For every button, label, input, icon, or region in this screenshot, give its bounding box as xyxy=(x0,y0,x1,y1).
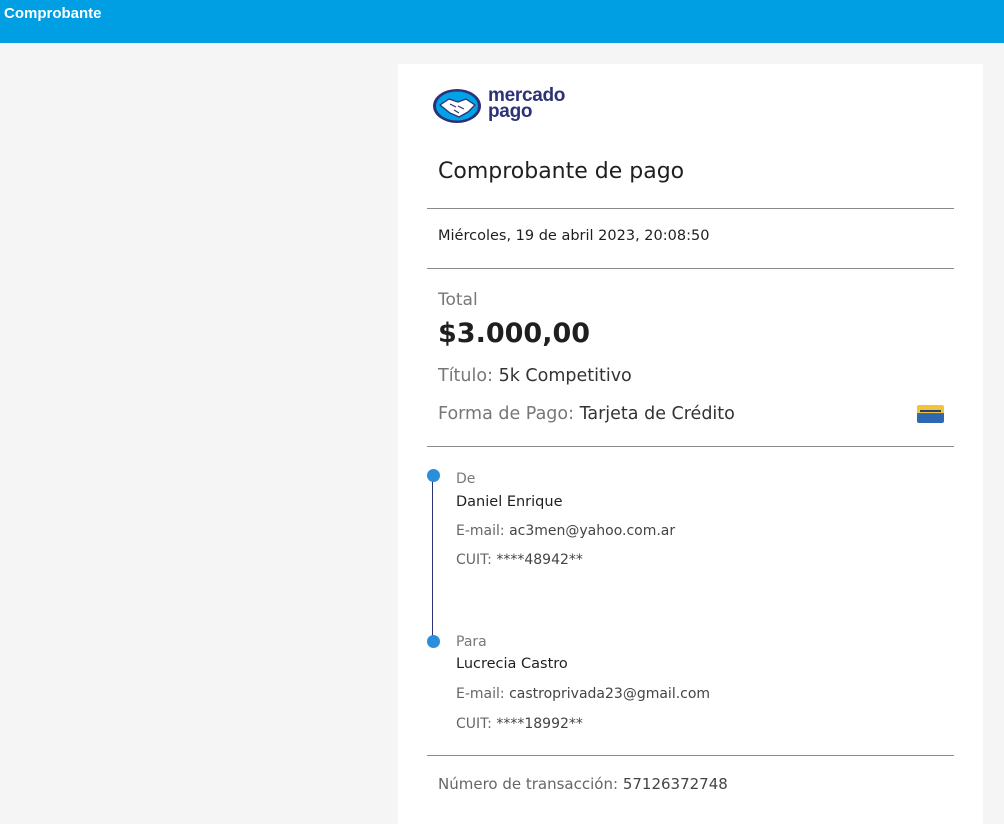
page-title: Comprobante xyxy=(4,5,102,22)
divider xyxy=(427,268,954,269)
timeline-dot-from xyxy=(427,469,440,482)
to-email: castroprivada23@gmail.com xyxy=(509,686,711,702)
credit-card-icon xyxy=(917,405,944,423)
divider xyxy=(427,208,954,209)
transaction-label: Número de transacción: xyxy=(438,775,619,793)
from-email-row: E-mail: ac3men@yahoo.com.ar xyxy=(456,523,675,539)
timeline-dot-to xyxy=(427,635,440,648)
from-cuit-row: CUIT: ****48942** xyxy=(456,552,583,568)
receipt-card: mercado pago Comprobante de pago Miércol… xyxy=(398,64,983,824)
mercado-pago-logo: mercado pago xyxy=(432,86,572,128)
from-email: ac3men@yahoo.com.ar xyxy=(509,523,676,539)
to-cuit-row: CUIT: ****18992** xyxy=(456,716,583,732)
to-cuit-label: CUIT: xyxy=(456,716,492,732)
to-email-label: E-mail: xyxy=(456,686,505,702)
divider xyxy=(427,755,954,756)
payment-method-value: Tarjeta de Crédito xyxy=(579,404,735,424)
title-row: Título: 5k Competitivo xyxy=(438,366,632,386)
timeline-line xyxy=(432,476,433,642)
total-amount: $3.000,00 xyxy=(438,318,591,349)
transaction-row: Número de transacción: 57126372748 xyxy=(438,775,728,793)
to-email-row: E-mail: castroprivada23@gmail.com xyxy=(456,686,710,702)
from-label: De xyxy=(456,471,476,487)
from-cuit-label: CUIT: xyxy=(456,552,492,568)
receipt-title: Comprobante de pago xyxy=(438,159,685,184)
total-label: Total xyxy=(438,290,478,310)
handshake-icon xyxy=(433,89,481,123)
to-name: Lucrecia Castro xyxy=(456,656,568,672)
top-bar: Comprobante xyxy=(0,0,1004,43)
title-label: Título: xyxy=(438,366,493,386)
logo-wordmark: mercado pago xyxy=(488,86,565,122)
payment-date: Miércoles, 19 de abril 2023, 20:08:50 xyxy=(438,228,710,244)
from-name: Daniel Enrique xyxy=(456,494,563,510)
to-label: Para xyxy=(456,634,487,650)
transaction-number: 57126372748 xyxy=(622,775,728,793)
title-value: 5k Competitivo xyxy=(498,366,632,386)
from-email-label: E-mail: xyxy=(456,523,505,539)
from-cuit: ****48942** xyxy=(496,552,583,568)
divider xyxy=(427,446,954,447)
logo-line2: pago xyxy=(488,101,533,122)
to-cuit: ****18992** xyxy=(496,716,583,732)
payment-method-label: Forma de Pago: xyxy=(438,404,575,424)
payment-method-row: Forma de Pago: Tarjeta de Crédito xyxy=(438,404,735,424)
